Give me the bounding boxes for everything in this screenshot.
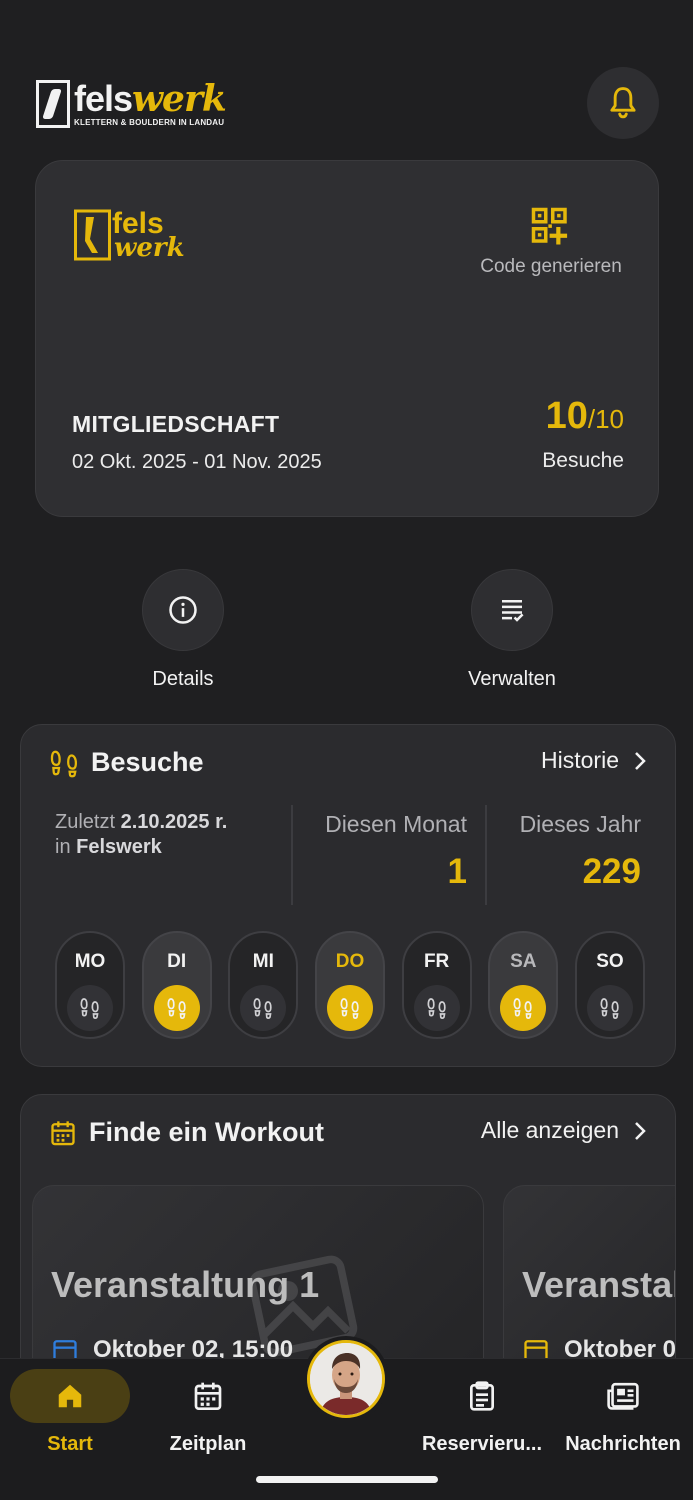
nav-messages-label: Nachrichten xyxy=(565,1433,681,1455)
last-visit-date: 2.10.2025 r. xyxy=(120,811,228,833)
card-logo-word-werk: werk xyxy=(114,233,185,263)
logo-word-werk: werk xyxy=(132,78,227,120)
list-check-icon xyxy=(502,600,524,622)
details-button[interactable]: Details xyxy=(113,569,253,691)
logo-tagline: KLETTERN & BOULDERN IN LANDAU xyxy=(74,118,225,127)
chevron-right-icon xyxy=(635,751,646,770)
week-days: MO DI MI DO FR SA SO xyxy=(55,931,645,1039)
footsteps-icon xyxy=(67,985,113,1031)
visits-total: /10 xyxy=(587,404,624,434)
event-title: Veranstaltung 1 xyxy=(51,1264,320,1305)
newspaper-icon xyxy=(607,1382,639,1410)
membership-visits-count: 10/10 xyxy=(546,395,624,438)
app-logo: felswerk KLETTERN & BOULDERN IN LANDAU xyxy=(36,78,227,130)
footsteps-icon xyxy=(413,985,460,1031)
membership-visits-label: Besuche xyxy=(542,449,624,472)
day-so: SO xyxy=(574,931,645,1039)
visits-title: Besuche xyxy=(49,747,204,778)
nav-reservations-label: Reservieru... xyxy=(421,1433,543,1455)
manage-button[interactable]: Verwalten xyxy=(442,569,582,691)
stats-divider-2 xyxy=(485,805,487,905)
card-logo: fels werk xyxy=(74,207,185,263)
visits-used: 10 xyxy=(545,395,588,437)
nav-start[interactable]: Start xyxy=(0,1369,140,1456)
stats-divider-1 xyxy=(291,805,293,905)
last-visit-prefix: Zuletzt xyxy=(55,811,121,833)
last-visit-in: in xyxy=(55,836,77,858)
year-stat-value: 229 xyxy=(582,852,641,891)
day-do: DO xyxy=(314,931,385,1039)
last-visit-place: Felswerk xyxy=(76,836,162,858)
footsteps-icon xyxy=(240,985,287,1031)
footsteps-icon xyxy=(500,985,547,1031)
footsteps-icon xyxy=(50,750,78,777)
visits-card: Besuche Historie Zuletzt 2.10.2025 r. in… xyxy=(20,724,676,1067)
month-stat-value: 1 xyxy=(447,852,467,891)
chevron-right-icon xyxy=(635,1121,646,1140)
history-link[interactable]: Historie xyxy=(541,747,647,774)
year-stat: Dieses Jahr 229 xyxy=(520,811,641,892)
day-label: DI xyxy=(167,951,187,972)
workout-title: Finde ein Workout xyxy=(49,1117,324,1148)
generate-code-label: Code generieren xyxy=(480,256,622,277)
visits-title-label: Besuche xyxy=(91,747,204,777)
user-photo-icon xyxy=(310,1343,382,1415)
avatar xyxy=(307,1340,385,1418)
profile-button[interactable] xyxy=(303,1336,389,1422)
clipboard-list-icon xyxy=(470,1381,494,1411)
nav-schedule[interactable]: Zeitplan xyxy=(138,1369,278,1456)
show-all-label: Alle anzeigen xyxy=(480,1117,619,1143)
day-label: MI xyxy=(252,951,274,972)
nav-start-label: Start xyxy=(47,1433,93,1455)
membership-card[interactable]: fels werk Code generieren MITGLIEDSCHAFT… xyxy=(35,160,659,517)
day-label: SO xyxy=(596,951,624,972)
day-sa: SA xyxy=(488,931,559,1039)
show-all-link[interactable]: Alle anzeigen xyxy=(481,1117,647,1144)
day-fr: FR xyxy=(401,931,472,1039)
day-label: SA xyxy=(510,951,537,972)
nav-schedule-label: Zeitplan xyxy=(169,1433,247,1455)
footsteps-icon xyxy=(326,985,373,1031)
calendar-icon xyxy=(194,1382,222,1410)
day-label: DO xyxy=(335,951,365,972)
day-di: DI xyxy=(141,931,212,1039)
footsteps-icon xyxy=(153,985,200,1031)
year-stat-label: Dieses Jahr xyxy=(519,811,641,837)
day-label: FR xyxy=(423,951,450,972)
bell-icon xyxy=(610,87,636,119)
qr-add-icon xyxy=(531,207,568,245)
footsteps-icon xyxy=(586,985,633,1031)
membership-title: MITGLIEDSCHAFT xyxy=(72,411,280,437)
calendar-icon xyxy=(51,1120,75,1145)
last-visit-info: Zuletzt 2.10.2025 r. in Felswerk xyxy=(55,810,285,860)
day-mo: MO xyxy=(55,931,125,1039)
month-stat: Diesen Monat 1 xyxy=(325,811,467,892)
day-mi: MI xyxy=(228,931,299,1039)
manage-label: Verwalten xyxy=(468,668,556,690)
month-stat-label: Diesen Monat xyxy=(325,811,467,837)
membership-dates: 02 Okt. 2025 - 01 Nov. 2025 xyxy=(72,451,322,473)
workout-title-label: Finde ein Workout xyxy=(89,1117,324,1147)
home-icon xyxy=(58,1384,82,1408)
generate-code-button[interactable]: Code generieren xyxy=(471,206,631,278)
home-indicator xyxy=(256,1476,438,1483)
logo-word-fels: fels xyxy=(74,78,133,119)
climber-logo-icon xyxy=(36,80,70,128)
details-label: Details xyxy=(152,668,214,690)
notifications-button[interactable] xyxy=(587,67,659,139)
info-icon xyxy=(169,596,197,624)
nav-reservations[interactable]: Reservieru... xyxy=(412,1369,552,1456)
event-title: Veranstaltung 2 xyxy=(522,1264,675,1305)
history-link-label: Historie xyxy=(541,747,619,773)
nav-messages[interactable]: Nachrichten xyxy=(553,1369,693,1456)
day-label: MO xyxy=(74,951,106,972)
